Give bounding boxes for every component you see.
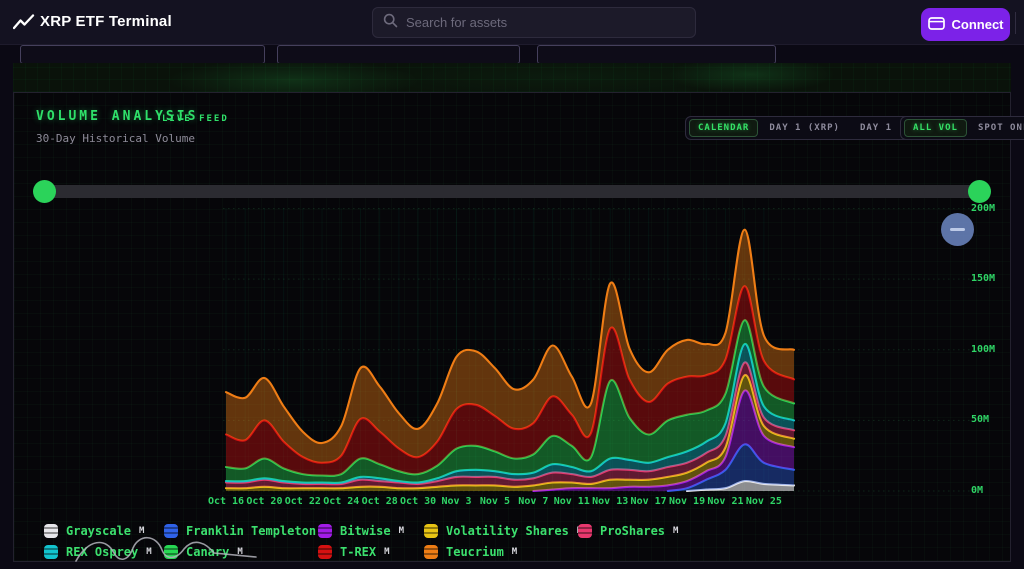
app-logo-chart-icon xyxy=(13,14,35,31)
wallet-icon xyxy=(928,17,945,33)
legend-label: Canary xyxy=(186,545,229,559)
top-header: XRP ETF Terminal Connect xyxy=(0,0,1024,45)
legend-swatch xyxy=(578,524,592,538)
cutoff-stat-card xyxy=(537,45,776,64)
x-tick-label: Oct 16 xyxy=(208,496,244,507)
legend-item-t-rex[interactable]: T-REX M xyxy=(318,544,390,560)
legend-item-teucrium[interactable]: Teucrium M xyxy=(424,544,517,560)
search-input[interactable] xyxy=(406,15,685,30)
asset-search[interactable] xyxy=(372,7,696,38)
legend-marker-glyph: M xyxy=(512,547,517,557)
x-tick-label: Oct 20 xyxy=(246,496,282,507)
legend-item-franklin-templeton[interactable]: Franklin TempletonM xyxy=(164,523,329,539)
search-icon xyxy=(383,13,398,32)
matrix-texture-band xyxy=(13,63,1011,92)
legend-item-canary[interactable]: Canary M xyxy=(164,544,243,560)
legend-label: Grayscale xyxy=(66,524,131,538)
y-tick-label: 50M xyxy=(971,414,989,425)
filter-spot-only[interactable]: SPOT ONLY xyxy=(969,119,1024,137)
cutoff-stat-card xyxy=(20,45,265,64)
legend-label: REX Osprey xyxy=(66,545,138,559)
legend-swatch xyxy=(164,524,178,538)
legend-item-bitwise[interactable]: Bitwise M xyxy=(318,523,404,539)
legend-swatch xyxy=(44,545,58,559)
panel-subtitle: 30-Day Historical Volume xyxy=(36,132,195,145)
legend-marker-glyph: M xyxy=(399,526,404,536)
x-tick-label: Nov 17 xyxy=(631,496,667,507)
y-tick-label: 150M xyxy=(971,273,995,284)
volume-analysis-panel: VOLUME ANALYSIS LIVE FEED 30-Day Histori… xyxy=(13,92,1011,562)
app-title: XRP ETF Terminal xyxy=(40,13,172,30)
y-tick-label: 100M xyxy=(971,344,995,355)
x-tick-label: Nov 3 xyxy=(441,496,471,507)
connect-label: Connect xyxy=(952,17,1004,32)
x-tick-label: Oct 28 xyxy=(362,496,398,507)
legend-swatch xyxy=(164,545,178,559)
legend-label: Bitwise xyxy=(340,524,391,538)
legend-marker-glyph: M xyxy=(139,526,144,536)
x-tick-label: Nov 11 xyxy=(554,496,590,507)
live-feed-badge: LIVE FEED xyxy=(162,114,229,124)
legend-item-grayscale[interactable]: Grayscale M xyxy=(44,523,144,539)
x-tick-label: Oct 22 xyxy=(285,496,321,507)
connect-wallet-button[interactable]: Connect xyxy=(921,8,1010,41)
legend-marker-glyph: M xyxy=(673,526,678,536)
tab-day-1-xrp-[interactable]: DAY 1 (XRP) xyxy=(760,119,849,137)
x-tick-label: Nov 7 xyxy=(518,496,548,507)
legend-item-volatility-shares[interactable]: Volatility SharesM xyxy=(424,523,582,539)
x-tick-label: Nov 19 xyxy=(669,496,705,507)
legend-swatch xyxy=(424,524,438,538)
chart-legend: GrayscaleMFranklin TempletonMBitwiseMVol… xyxy=(14,519,1012,563)
legend-label: ProShares xyxy=(600,524,665,538)
stacked-area-chart[interactable] xyxy=(223,201,973,493)
y-tick-label: 200M xyxy=(971,203,995,214)
legend-swatch xyxy=(424,545,438,559)
legend-item-proshares[interactable]: ProShares M xyxy=(578,523,678,539)
legend-marker-glyph: M xyxy=(146,547,151,557)
range-slider-handle-left[interactable] xyxy=(33,180,56,203)
legend-marker-glyph: M xyxy=(384,547,389,557)
x-tick-label: Nov 5 xyxy=(480,496,510,507)
x-tick-label: Oct 24 xyxy=(323,496,359,507)
cutoff-stat-card xyxy=(277,45,520,64)
tab-calendar[interactable]: CALENDAR xyxy=(689,119,758,137)
x-tick-label: Nov 13 xyxy=(592,496,628,507)
legend-swatch xyxy=(318,545,332,559)
legend-swatch xyxy=(44,524,58,538)
x-tick-label: Nov 21 xyxy=(707,496,743,507)
legend-swatch xyxy=(318,524,332,538)
legend-label: Franklin Templeton xyxy=(186,524,316,538)
range-slider-handle-right[interactable] xyxy=(968,180,991,203)
legend-label: Volatility Shares xyxy=(446,524,569,538)
legend-label: Teucrium xyxy=(446,545,504,559)
volume-filter-button-group: ALL VOLSPOT ONLY xyxy=(900,116,1024,140)
legend-item-rex-osprey[interactable]: REX Osprey M xyxy=(44,544,152,560)
header-divider xyxy=(1015,12,1016,34)
legend-label: T-REX xyxy=(340,545,376,559)
x-tick-label: Oct 30 xyxy=(400,496,436,507)
x-axis: Oct 16Oct 20Oct 22Oct 24Oct 28Oct 30Nov … xyxy=(223,496,973,510)
x-tick-label: Nov 25 xyxy=(746,496,782,507)
filter-all-vol[interactable]: ALL VOL xyxy=(904,119,967,137)
date-range-slider-track[interactable] xyxy=(41,185,987,198)
legend-marker-glyph: M xyxy=(237,547,242,557)
